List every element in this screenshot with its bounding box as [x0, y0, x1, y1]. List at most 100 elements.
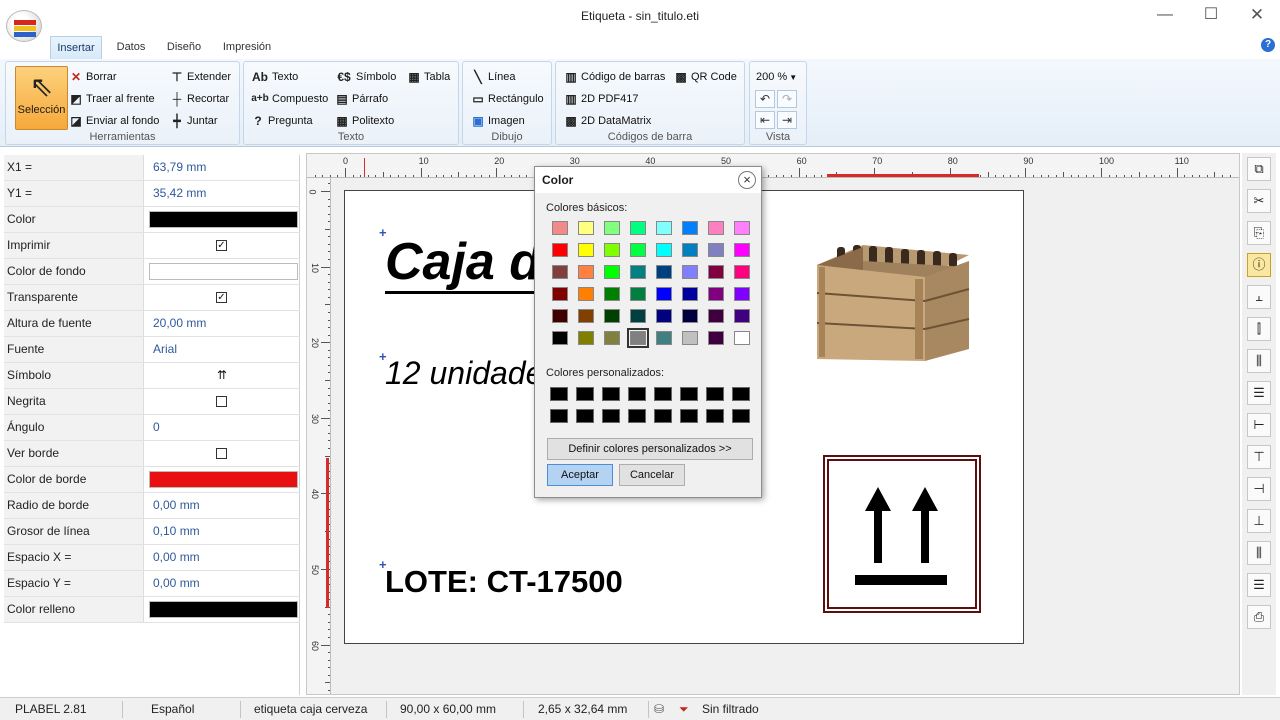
- custom-color-swatch[interactable]: [654, 387, 672, 401]
- basic-color-swatch[interactable]: [604, 287, 620, 301]
- undo-icon[interactable]: ↶: [755, 90, 775, 108]
- politexto-button[interactable]: ▦ Politexto: [334, 111, 394, 131]
- accept-button[interactable]: Aceptar: [547, 464, 613, 486]
- basic-color-swatch[interactable]: [630, 287, 646, 301]
- paste-icon[interactable]: ⎘: [1247, 221, 1271, 245]
- basic-color-swatch[interactable]: [552, 287, 568, 301]
- basic-color-swatch[interactable]: [708, 331, 724, 345]
- distribute-v-icon[interactable]: ⫼: [1247, 541, 1271, 565]
- tab-insertar[interactable]: Insertar: [50, 36, 102, 59]
- selection-button[interactable]: ⇖ Selección: [15, 66, 68, 130]
- basic-color-swatch[interactable]: [656, 243, 672, 257]
- borrar-button[interactable]: ✕ Borrar: [68, 67, 117, 87]
- property-checkbox[interactable]: ✓: [216, 292, 227, 303]
- texto-button[interactable]: Ab Texto: [250, 67, 298, 87]
- align-top-icon[interactable]: ⫠: [1247, 285, 1271, 309]
- parrafo-button[interactable]: ▤ Párrafo: [334, 89, 388, 109]
- basic-color-swatch[interactable]: [552, 243, 568, 257]
- this-way-up-symbol[interactable]: [823, 455, 981, 613]
- property-row[interactable]: Fuente Arial: [4, 337, 300, 363]
- maximize-button[interactable]: ☐: [1188, 4, 1234, 28]
- property-value[interactable]: 0,00 mm: [149, 571, 300, 596]
- custom-color-swatch[interactable]: [706, 409, 724, 423]
- basic-color-swatch[interactable]: [682, 265, 698, 279]
- custom-color-swatch[interactable]: [576, 387, 594, 401]
- print-icon[interactable]: ⎙: [1247, 605, 1271, 629]
- property-row[interactable]: Color relleno: [4, 597, 300, 623]
- property-value[interactable]: Arial: [149, 337, 300, 362]
- units-text[interactable]: 12 unidade: [385, 355, 543, 392]
- basic-color-swatch[interactable]: [682, 331, 698, 345]
- copy-icon[interactable]: ⧉: [1247, 157, 1271, 181]
- fit-page-icon[interactable]: ⇥: [777, 111, 797, 129]
- property-checkbox[interactable]: [216, 448, 227, 459]
- property-row[interactable]: Espacio X = 0,00 mm: [4, 545, 300, 571]
- property-row[interactable]: Espacio Y = 0,00 mm: [4, 571, 300, 597]
- basic-color-swatch[interactable]: [578, 309, 594, 323]
- property-row[interactable]: Y1 = 35,42 mm: [4, 181, 300, 207]
- basic-color-swatch[interactable]: [552, 331, 568, 345]
- property-value[interactable]: 0,10 mm: [149, 519, 300, 544]
- basic-color-swatch[interactable]: [578, 265, 594, 279]
- basic-color-swatch[interactable]: [682, 309, 698, 323]
- juntar-button[interactable]: ┿ Juntar: [169, 111, 217, 131]
- basic-color-swatch[interactable]: [656, 309, 672, 323]
- custom-color-swatch[interactable]: [680, 387, 698, 401]
- property-color-swatch[interactable]: [149, 601, 298, 618]
- basic-color-swatch[interactable]: [630, 243, 646, 257]
- custom-color-swatch[interactable]: [602, 387, 620, 401]
- redo-icon[interactable]: ↷: [777, 90, 797, 108]
- custom-color-swatch[interactable]: [680, 409, 698, 423]
- basic-color-swatch[interactable]: [604, 265, 620, 279]
- basic-color-swatch[interactable]: [734, 243, 750, 257]
- basic-color-swatch[interactable]: [734, 221, 750, 235]
- tab-impresion[interactable]: Impresión: [218, 36, 276, 59]
- basic-color-swatch[interactable]: [708, 243, 724, 257]
- basic-color-swatch[interactable]: [604, 243, 620, 257]
- imagen-button[interactable]: ▣ Imagen: [470, 111, 524, 131]
- custom-color-swatch[interactable]: [602, 409, 620, 423]
- property-row[interactable]: Altura de fuente 20,00 mm: [4, 311, 300, 337]
- property-value[interactable]: ⇈: [149, 363, 300, 388]
- zoom-dropdown[interactable]: 200 % ▼: [756, 67, 797, 87]
- property-value[interactable]: 0,00 mm: [149, 545, 300, 570]
- align-top-edge-icon[interactable]: ⊤: [1247, 445, 1271, 469]
- property-row[interactable]: Ángulo 0: [4, 415, 300, 441]
- traer-al-frente-button[interactable]: ◩ Traer al frente: [68, 89, 154, 109]
- basic-color-swatch[interactable]: [656, 287, 672, 301]
- simbolo-button[interactable]: €$ Símbolo: [334, 67, 396, 87]
- basic-color-swatch[interactable]: [630, 265, 646, 279]
- basic-color-swatch[interactable]: [578, 331, 594, 345]
- rectangulo-button[interactable]: ▭ Rectángulo: [470, 89, 543, 109]
- property-row[interactable]: Color de fondo: [4, 259, 300, 285]
- basic-color-swatch[interactable]: [682, 221, 698, 235]
- property-checkbox[interactable]: [216, 396, 227, 407]
- datamatrix-button[interactable]: ▩ 2D DataMatrix: [563, 111, 651, 131]
- basic-color-swatch[interactable]: [656, 265, 672, 279]
- database-icon[interactable]: ⛁: [654, 702, 664, 716]
- basic-color-swatch[interactable]: [734, 265, 750, 279]
- property-value[interactable]: 20,00 mm: [149, 311, 300, 336]
- crate-image[interactable]: [807, 237, 975, 367]
- custom-color-swatch[interactable]: [654, 409, 672, 423]
- basic-color-swatch[interactable]: [630, 221, 646, 235]
- custom-color-swatch[interactable]: [706, 387, 724, 401]
- recortar-button[interactable]: ┼ Recortar: [169, 89, 229, 109]
- align-center-v-icon[interactable]: ⫿: [1247, 317, 1271, 341]
- property-row[interactable]: Color: [4, 207, 300, 233]
- basic-color-swatch[interactable]: [578, 221, 594, 235]
- enviar-al-fondo-button[interactable]: ◪ Enviar al fondo: [68, 111, 159, 131]
- basic-color-swatch[interactable]: [604, 309, 620, 323]
- qr-code-button[interactable]: ▩ QR Code: [673, 67, 737, 87]
- basic-color-swatch[interactable]: [578, 243, 594, 257]
- align-middle-icon[interactable]: ☰: [1247, 381, 1271, 405]
- dialog-close-icon[interactable]: ×: [738, 171, 756, 189]
- align-left-icon[interactable]: ⊢: [1247, 413, 1271, 437]
- help-icon[interactable]: ?: [1261, 38, 1275, 52]
- basic-color-swatch[interactable]: [734, 331, 750, 345]
- basic-color-swatch[interactable]: [682, 287, 698, 301]
- cancel-button[interactable]: Cancelar: [619, 464, 685, 486]
- tab-datos[interactable]: Datos: [110, 36, 152, 59]
- compuesto-button[interactable]: a+b Compuesto: [250, 89, 328, 109]
- custom-color-swatch[interactable]: [550, 409, 568, 423]
